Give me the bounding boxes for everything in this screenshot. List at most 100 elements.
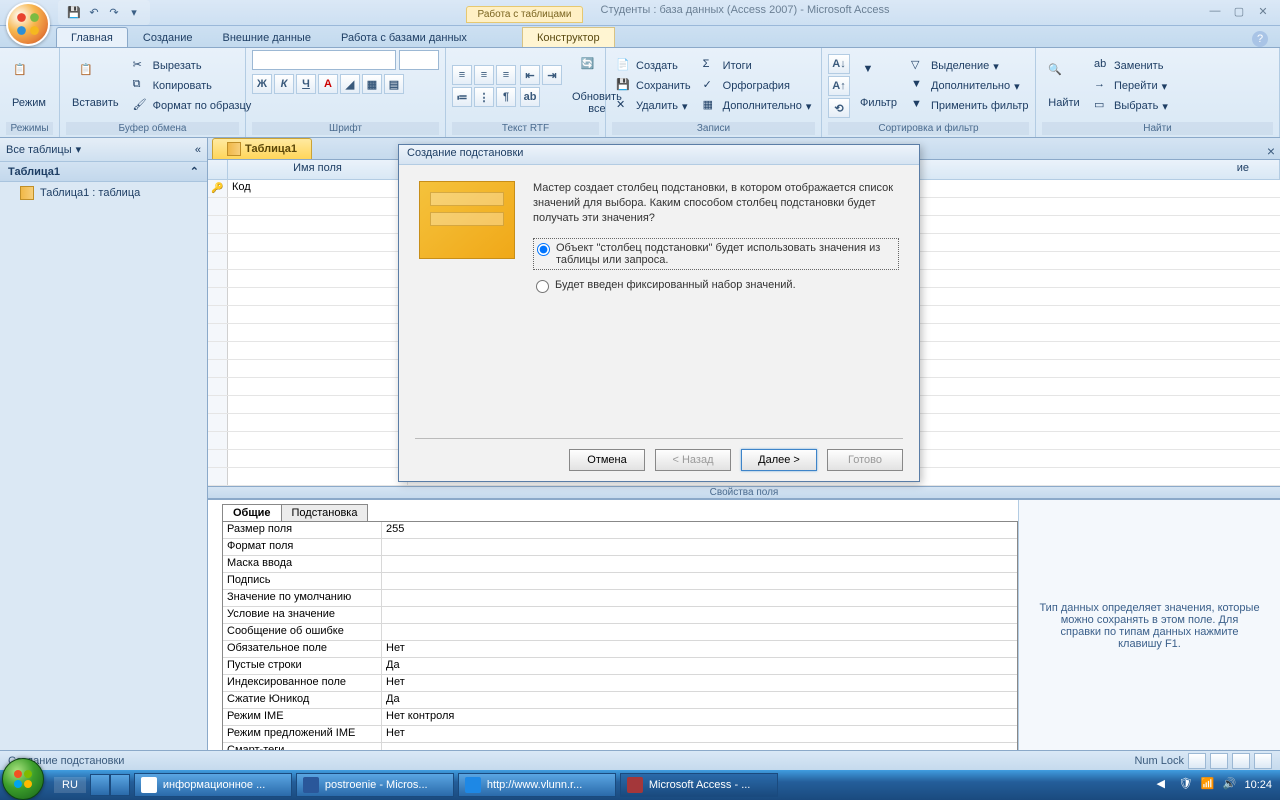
- align-center-button[interactable]: ≡: [474, 65, 494, 85]
- cut-button[interactable]: ✂Вырезать: [129, 57, 256, 75]
- italic-button[interactable]: К: [274, 74, 294, 94]
- property-value[interactable]: 255: [381, 522, 1017, 538]
- field-name-header[interactable]: Имя поля: [228, 160, 408, 179]
- text-dir-button[interactable]: ¶: [496, 87, 516, 107]
- underline-button[interactable]: Ч: [296, 74, 316, 94]
- property-row[interactable]: Сжатие ЮникодДа: [223, 692, 1017, 709]
- office-button[interactable]: [6, 2, 50, 46]
- property-row[interactable]: Условие на значение: [223, 607, 1017, 624]
- font-family-combo[interactable]: [252, 50, 396, 70]
- view-datasheet-button[interactable]: [1188, 753, 1206, 769]
- tab-design[interactable]: Конструктор: [522, 27, 615, 47]
- wizard-back-button[interactable]: < Назад: [655, 449, 731, 471]
- taskbar-item[interactable]: http://www.vlunn.r...: [458, 773, 616, 797]
- property-row[interactable]: Размер поля255: [223, 522, 1017, 539]
- toggle-filter-button[interactable]: ▼Применить фильтр: [907, 97, 1033, 115]
- view-design-button[interactable]: [1254, 753, 1272, 769]
- save-icon[interactable]: 💾: [66, 5, 82, 21]
- select-button[interactable]: ▭Выбрать▾: [1090, 97, 1172, 115]
- radio-fixed-values[interactable]: [536, 280, 549, 293]
- property-row[interactable]: Маска ввода: [223, 556, 1017, 573]
- replace-button[interactable]: abЗаменить: [1090, 57, 1172, 75]
- save-record-button[interactable]: 💾Сохранить: [612, 77, 695, 95]
- clear-sort-button[interactable]: ⟲: [828, 98, 850, 118]
- undo-icon[interactable]: ↶: [86, 5, 102, 21]
- property-row[interactable]: Подпись: [223, 573, 1017, 590]
- numbering-button[interactable]: ≔: [452, 87, 472, 107]
- quick-launch-button[interactable]: [90, 774, 110, 796]
- totals-button[interactable]: ΣИтоги: [699, 57, 816, 75]
- taskbar-item-active[interactable]: Microsoft Access - ...: [620, 773, 778, 797]
- property-row[interactable]: Режим IMEНет контроля: [223, 709, 1017, 726]
- redo-icon[interactable]: ↷: [106, 5, 122, 21]
- delete-record-button[interactable]: ✕Удалить▾: [612, 97, 695, 115]
- field-name-cell[interactable]: Код: [228, 180, 408, 197]
- bold-button[interactable]: Ж: [252, 74, 272, 94]
- property-row[interactable]: Режим предложений IMEНет: [223, 726, 1017, 743]
- qat-dropdown-icon[interactable]: ▾: [126, 5, 142, 21]
- wizard-cancel-button[interactable]: Отмена: [569, 449, 645, 471]
- wizard-option-table[interactable]: Объект "столбец подстановки" будет испол…: [533, 238, 899, 270]
- property-value[interactable]: Нет: [381, 641, 1017, 657]
- indent-inc-button[interactable]: ⇥: [542, 65, 562, 85]
- advanced-filter-button[interactable]: ▼Дополнительно▾: [907, 77, 1033, 95]
- filter-button[interactable]: ▼Фильтр: [854, 61, 903, 111]
- property-value[interactable]: [381, 590, 1017, 606]
- radio-table-query[interactable]: [537, 243, 550, 256]
- taskbar-item[interactable]: postroenie - Micros...: [296, 773, 454, 797]
- find-button[interactable]: 🔍Найти: [1042, 61, 1086, 111]
- spelling-button[interactable]: ✓Орфография: [699, 77, 816, 95]
- property-value[interactable]: [381, 556, 1017, 572]
- fill-color-button[interactable]: ◢: [340, 74, 360, 94]
- property-value[interactable]: [381, 573, 1017, 589]
- view-chart-button[interactable]: [1232, 753, 1250, 769]
- maximize-button[interactable]: ▢: [1230, 5, 1248, 21]
- property-value[interactable]: Нет: [381, 726, 1017, 742]
- quick-launch-button[interactable]: [110, 774, 130, 796]
- wizard-finish-button[interactable]: Готово: [827, 449, 903, 471]
- bullets-button[interactable]: ⋮: [474, 87, 494, 107]
- property-value[interactable]: [381, 624, 1017, 640]
- property-value[interactable]: [381, 539, 1017, 555]
- tab-external[interactable]: Внешние данные: [208, 27, 326, 47]
- tray-icon[interactable]: ◀: [1156, 777, 1172, 793]
- alt-fill-button[interactable]: ▤: [384, 74, 404, 94]
- clock[interactable]: 10:24: [1244, 779, 1272, 791]
- more-records-button[interactable]: ▦Дополнительно▾: [699, 97, 816, 115]
- language-indicator[interactable]: RU: [54, 777, 86, 793]
- tray-icon[interactable]: 🔊: [1222, 777, 1238, 793]
- format-painter-button[interactable]: 🖌Формат по образцу: [129, 97, 256, 115]
- help-icon[interactable]: ?: [1252, 31, 1268, 47]
- copy-button[interactable]: ⧉Копировать: [129, 77, 256, 95]
- wizard-next-button[interactable]: Далее >: [741, 449, 817, 471]
- close-tab-icon[interactable]: ×: [1262, 143, 1280, 159]
- gridlines-button[interactable]: ▦: [362, 74, 382, 94]
- property-row[interactable]: Значение по умолчанию: [223, 590, 1017, 607]
- navpane-header[interactable]: Все таблицы ▾ «: [0, 138, 207, 162]
- navpane-item-table[interactable]: Таблица1 : таблица: [0, 182, 207, 204]
- highlight-button[interactable]: ab: [520, 87, 540, 107]
- sort-desc-button[interactable]: A↑: [828, 76, 850, 96]
- font-color-button[interactable]: A: [318, 74, 338, 94]
- taskbar-item[interactable]: информационное ...: [134, 773, 292, 797]
- navpane-collapse-icon[interactable]: «: [195, 144, 201, 156]
- property-value[interactable]: Да: [381, 692, 1017, 708]
- property-row[interactable]: Индексированное полеНет: [223, 675, 1017, 692]
- goto-button[interactable]: →Перейти▾: [1090, 77, 1172, 95]
- property-row[interactable]: Пустые строкиДа: [223, 658, 1017, 675]
- property-value[interactable]: Нет: [381, 675, 1017, 691]
- minimize-button[interactable]: —: [1206, 5, 1224, 21]
- document-tab-active[interactable]: Таблица1: [212, 138, 312, 159]
- tab-home[interactable]: Главная: [56, 27, 128, 47]
- align-right-button[interactable]: ≡: [496, 65, 516, 85]
- prop-tab-lookup[interactable]: Подстановка: [281, 504, 369, 522]
- sort-asc-button[interactable]: A↓: [828, 54, 850, 74]
- paste-button[interactable]: 📋Вставить: [66, 61, 125, 111]
- wizard-option-fixed[interactable]: Будет введен фиксированный набор значени…: [533, 276, 899, 296]
- close-button[interactable]: ✕: [1254, 5, 1272, 21]
- start-button[interactable]: [2, 758, 44, 800]
- property-value[interactable]: Да: [381, 658, 1017, 674]
- property-value[interactable]: Нет контроля: [381, 709, 1017, 725]
- property-value[interactable]: [381, 607, 1017, 623]
- selection-filter-button[interactable]: ▽Выделение▾: [907, 57, 1033, 75]
